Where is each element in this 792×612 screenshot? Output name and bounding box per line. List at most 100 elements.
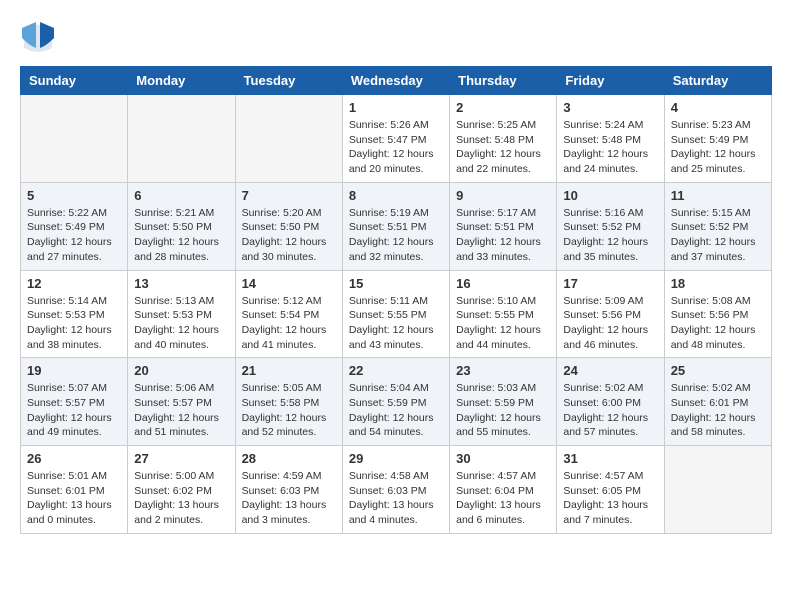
calendar-cell: 19 Sunrise: 5:07 AM Sunset: 5:57 PM Dayli… [21,358,128,446]
day-number: 26 [27,451,121,466]
day-number: 12 [27,276,121,291]
calendar-cell: 4 Sunrise: 5:23 AM Sunset: 5:49 PM Daylig… [664,95,771,183]
day-number: 8 [349,188,443,203]
day-number: 3 [563,100,657,115]
page-header [20,20,772,56]
calendar-cell: 3 Sunrise: 5:24 AM Sunset: 5:48 PM Daylig… [557,95,664,183]
day-info: Sunrise: 5:24 AM Sunset: 5:48 PM Dayligh… [563,118,657,177]
day-number: 9 [456,188,550,203]
day-header-friday: Friday [557,67,664,95]
day-info: Sunrise: 5:06 AM Sunset: 5:57 PM Dayligh… [134,381,228,440]
day-number: 17 [563,276,657,291]
day-number: 7 [242,188,336,203]
day-number: 1 [349,100,443,115]
day-info: Sunrise: 5:25 AM Sunset: 5:48 PM Dayligh… [456,118,550,177]
day-number: 10 [563,188,657,203]
day-number: 11 [671,188,765,203]
calendar-cell [21,95,128,183]
day-info: Sunrise: 5:13 AM Sunset: 5:53 PM Dayligh… [134,294,228,353]
calendar-cell [128,95,235,183]
day-info: Sunrise: 5:14 AM Sunset: 5:53 PM Dayligh… [27,294,121,353]
day-header-tuesday: Tuesday [235,67,342,95]
day-header-monday: Monday [128,67,235,95]
day-number: 14 [242,276,336,291]
day-number: 23 [456,363,550,378]
day-number: 31 [563,451,657,466]
day-number: 6 [134,188,228,203]
calendar-week-1: 1Sunrise: 5:26 AM Sunset: 5:47 PM Daylig… [21,95,772,183]
calendar-cell: 20Sunrise: 5:06 AM Sunset: 5:57 PM Dayli… [128,358,235,446]
day-info: Sunrise: 5:05 AM Sunset: 5:58 PM Dayligh… [242,381,336,440]
calendar-week-2: 5 Sunrise: 5:22 AM Sunset: 5:49 PM Daylig… [21,182,772,270]
calendar-cell: 26Sunrise: 5:01 AM Sunset: 6:01 PM Dayli… [21,446,128,534]
calendar-cell: 29 Sunrise: 4:58 AM Sunset: 6:03 PM Dayli… [342,446,449,534]
calendar-cell: 18Sunrise: 5:08 AM Sunset: 5:56 PM Dayli… [664,270,771,358]
day-info: Sunrise: 5:02 AM Sunset: 6:00 PM Dayligh… [563,381,657,440]
calendar-cell: 1Sunrise: 5:26 AM Sunset: 5:47 PM Daylig… [342,95,449,183]
day-header-wednesday: Wednesday [342,67,449,95]
day-number: 29 [349,451,443,466]
day-number: 5 [27,188,121,203]
day-info: Sunrise: 5:21 AM Sunset: 5:50 PM Dayligh… [134,206,228,265]
calendar-week-5: 26Sunrise: 5:01 AM Sunset: 6:01 PM Dayli… [21,446,772,534]
calendar-cell: 5 Sunrise: 5:22 AM Sunset: 5:49 PM Daylig… [21,182,128,270]
day-number: 22 [349,363,443,378]
calendar-cell: 21 Sunrise: 5:05 AM Sunset: 5:58 PM Dayli… [235,358,342,446]
day-number: 28 [242,451,336,466]
calendar-cell: 12 Sunrise: 5:14 AM Sunset: 5:53 PM Dayli… [21,270,128,358]
day-info: Sunrise: 5:02 AM Sunset: 6:01 PM Dayligh… [671,381,765,440]
calendar-table: SundayMondayTuesdayWednesdayThursdayFrid… [20,66,772,534]
calendar-cell: 13 Sunrise: 5:13 AM Sunset: 5:53 PM Dayli… [128,270,235,358]
day-info: Sunrise: 5:22 AM Sunset: 5:49 PM Dayligh… [27,206,121,265]
day-info: Sunrise: 5:20 AM Sunset: 5:50 PM Dayligh… [242,206,336,265]
calendar-cell: 31 Sunrise: 4:57 AM Sunset: 6:05 PM Dayli… [557,446,664,534]
day-info: Sunrise: 5:12 AM Sunset: 5:54 PM Dayligh… [242,294,336,353]
day-info: Sunrise: 5:16 AM Sunset: 5:52 PM Dayligh… [563,206,657,265]
calendar-header-row: SundayMondayTuesdayWednesdayThursdayFrid… [21,67,772,95]
day-info: Sunrise: 5:23 AM Sunset: 5:49 PM Dayligh… [671,118,765,177]
calendar-cell [664,446,771,534]
day-info: Sunrise: 4:57 AM Sunset: 6:04 PM Dayligh… [456,469,550,528]
day-number: 27 [134,451,228,466]
day-header-thursday: Thursday [450,67,557,95]
day-info: Sunrise: 5:11 AM Sunset: 5:55 PM Dayligh… [349,294,443,353]
logo-icon [20,20,56,56]
day-number: 25 [671,363,765,378]
day-number: 19 [27,363,121,378]
calendar-cell: 16Sunrise: 5:10 AM Sunset: 5:55 PM Dayli… [450,270,557,358]
day-info: Sunrise: 5:07 AM Sunset: 5:57 PM Dayligh… [27,381,121,440]
day-number: 21 [242,363,336,378]
day-info: Sunrise: 5:19 AM Sunset: 5:51 PM Dayligh… [349,206,443,265]
day-header-sunday: Sunday [21,67,128,95]
calendar-cell: 28 Sunrise: 4:59 AM Sunset: 6:03 PM Dayli… [235,446,342,534]
calendar-cell: 23 Sunrise: 5:03 AM Sunset: 5:59 PM Dayli… [450,358,557,446]
day-header-saturday: Saturday [664,67,771,95]
day-info: Sunrise: 5:03 AM Sunset: 5:59 PM Dayligh… [456,381,550,440]
day-number: 30 [456,451,550,466]
calendar-cell: 7 Sunrise: 5:20 AM Sunset: 5:50 PM Daylig… [235,182,342,270]
calendar-cell: 6 Sunrise: 5:21 AM Sunset: 5:50 PM Daylig… [128,182,235,270]
day-number: 13 [134,276,228,291]
day-info: Sunrise: 5:00 AM Sunset: 6:02 PM Dayligh… [134,469,228,528]
calendar-cell [235,95,342,183]
calendar-cell: 11 Sunrise: 5:15 AM Sunset: 5:52 PM Dayli… [664,182,771,270]
day-info: Sunrise: 4:58 AM Sunset: 6:03 PM Dayligh… [349,469,443,528]
day-info: Sunrise: 5:10 AM Sunset: 5:55 PM Dayligh… [456,294,550,353]
calendar-cell: 17 Sunrise: 5:09 AM Sunset: 5:56 PM Dayli… [557,270,664,358]
day-info: Sunrise: 4:59 AM Sunset: 6:03 PM Dayligh… [242,469,336,528]
calendar-cell: 25 Sunrise: 5:02 AM Sunset: 6:01 PM Dayli… [664,358,771,446]
day-number: 24 [563,363,657,378]
calendar-cell: 27 Sunrise: 5:00 AM Sunset: 6:02 PM Dayli… [128,446,235,534]
day-info: Sunrise: 5:15 AM Sunset: 5:52 PM Dayligh… [671,206,765,265]
calendar-cell: 2 Sunrise: 5:25 AM Sunset: 5:48 PM Daylig… [450,95,557,183]
calendar-cell: 22Sunrise: 5:04 AM Sunset: 5:59 PM Dayli… [342,358,449,446]
day-number: 4 [671,100,765,115]
calendar-week-3: 12 Sunrise: 5:14 AM Sunset: 5:53 PM Dayli… [21,270,772,358]
day-number: 15 [349,276,443,291]
day-number: 2 [456,100,550,115]
calendar-cell: 24 Sunrise: 5:02 AM Sunset: 6:00 PM Dayli… [557,358,664,446]
day-info: Sunrise: 4:57 AM Sunset: 6:05 PM Dayligh… [563,469,657,528]
calendar-cell: 8 Sunrise: 5:19 AM Sunset: 5:51 PM Daylig… [342,182,449,270]
calendar-cell: 15 Sunrise: 5:11 AM Sunset: 5:55 PM Dayli… [342,270,449,358]
day-info: Sunrise: 5:09 AM Sunset: 5:56 PM Dayligh… [563,294,657,353]
